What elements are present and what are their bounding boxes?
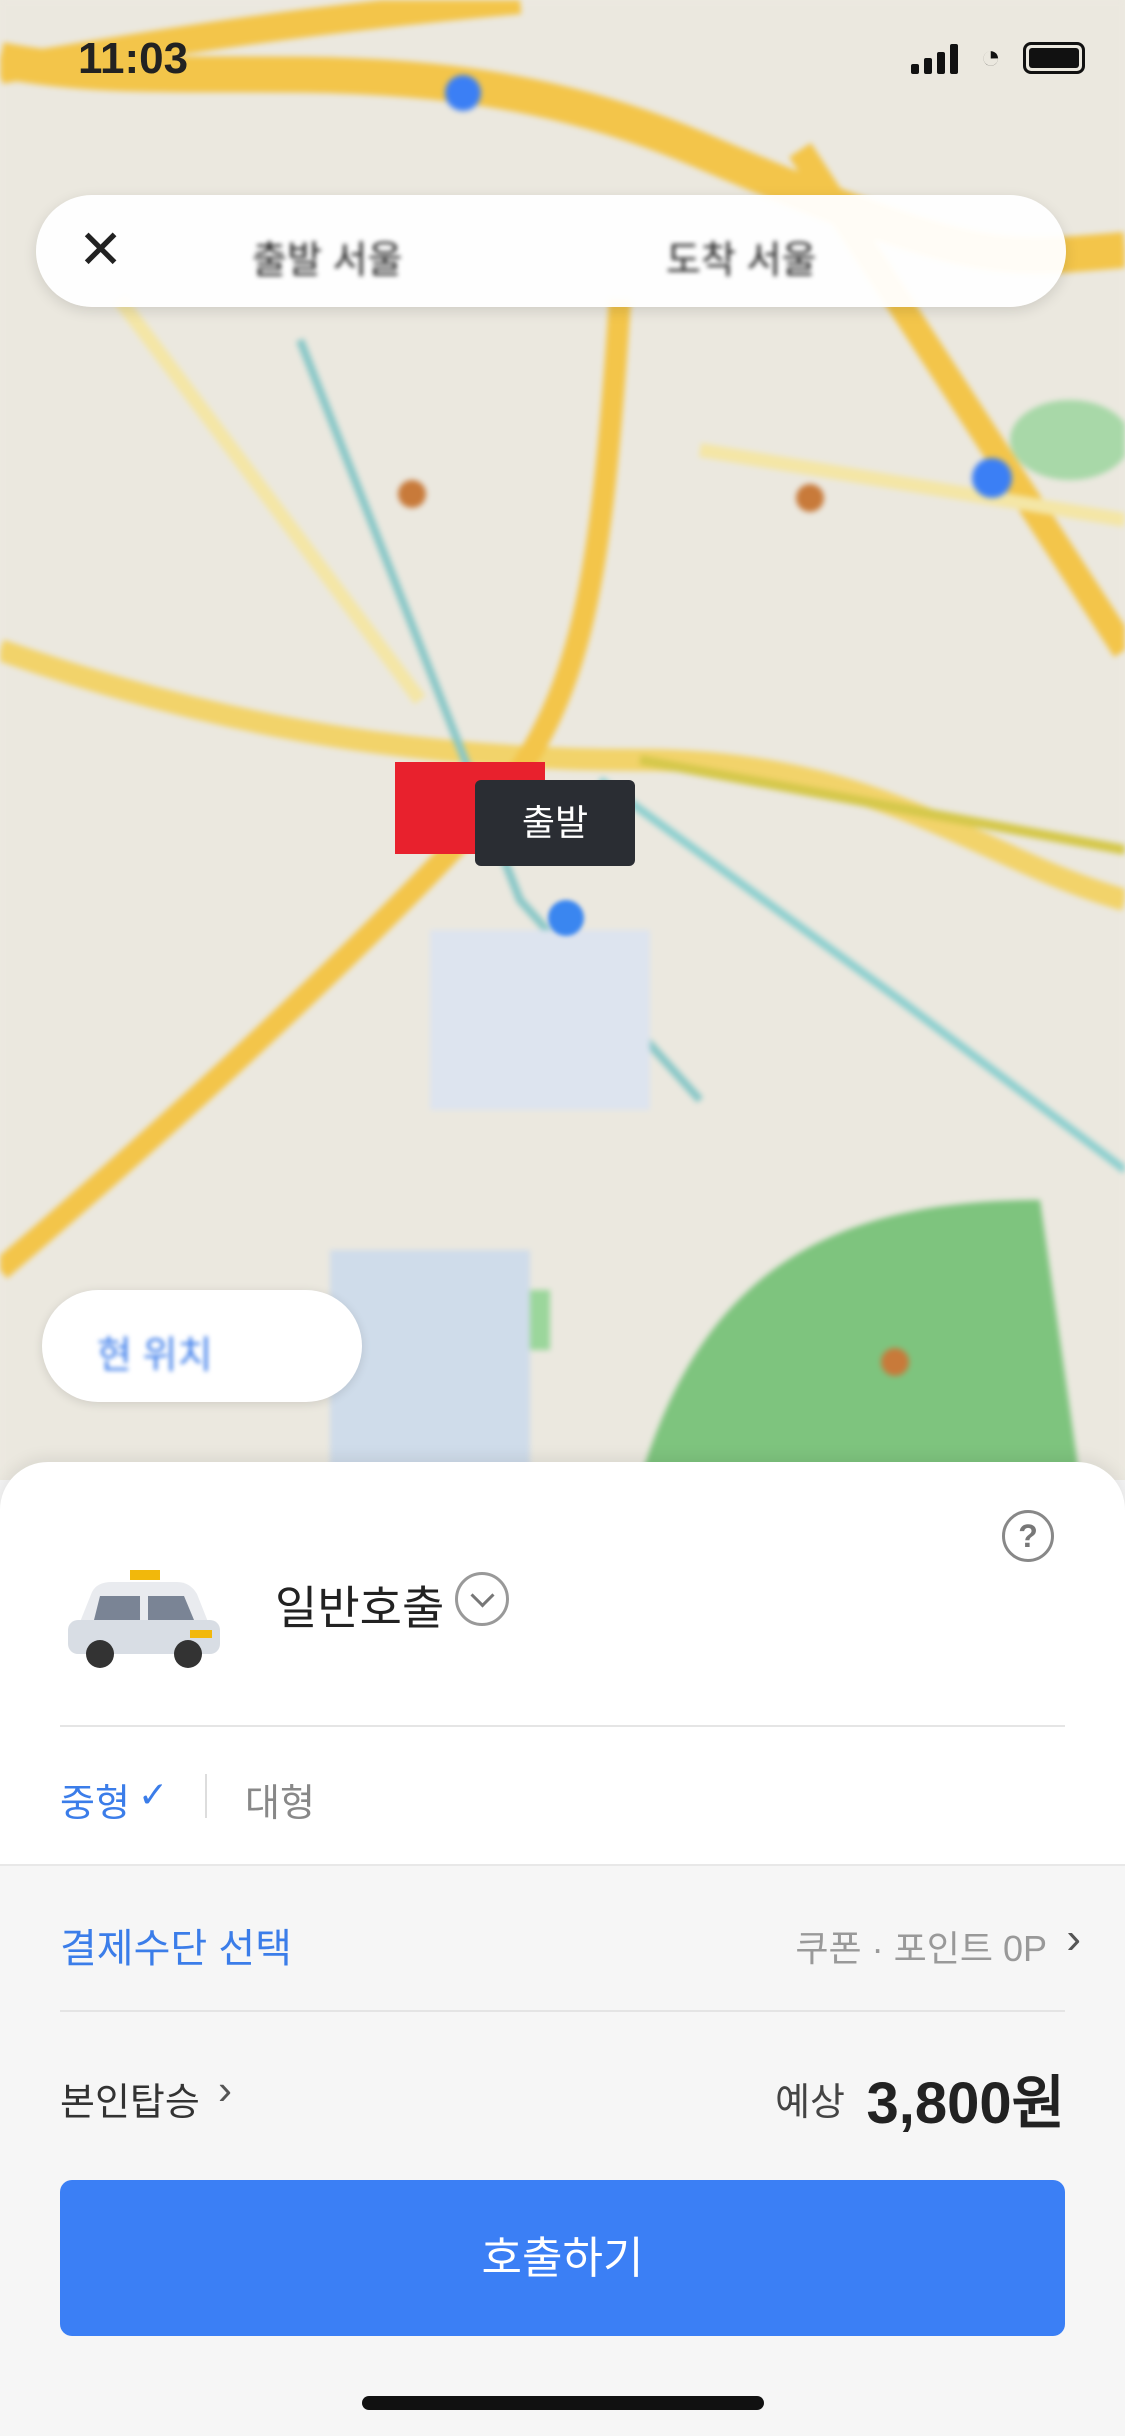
size-option-selected[interactable]: 중형	[60, 1772, 130, 1827]
close-icon[interactable]: ✕	[78, 223, 123, 277]
call-taxi-button[interactable]: 호출하기	[60, 2180, 1065, 2336]
check-icon: ✓	[138, 1774, 169, 1815]
current-location-label: 현 위치	[97, 1335, 213, 1377]
chevron-down-icon[interactable]	[455, 1572, 509, 1626]
estimated-fare: 3,800원	[866, 2071, 1065, 2136]
payment-section: 결제수단 선택 쿠폰 · 포인트 0P › 본인탑승 › 예상 3,800원 호…	[0, 1864, 1125, 2436]
wifi-icon: ◔	[980, 38, 1001, 76]
self-ride-option[interactable]: 본인탑승	[60, 2071, 200, 2126]
pickup-pin: 출발	[475, 780, 635, 866]
chevron-right-icon[interactable]: ›	[1066, 1914, 1081, 1964]
bottom-sheet: ? 일반호출 중형 ✓ 대형 결제수단 선택 쿠폰 · 포인트 0P › 본인탑…	[0, 1462, 1125, 2436]
route-origin[interactable]: 출발 서울	[252, 229, 402, 284]
status-bar: 11:03 ◔	[0, 30, 1125, 90]
taxi-icon	[68, 1570, 220, 1668]
payment-method-button[interactable]: 결제수단 선택	[60, 1916, 292, 1974]
service-type-label[interactable]: 일반호출	[275, 1572, 444, 1638]
current-location-chip[interactable]: 현 위치	[42, 1290, 362, 1402]
current-location-dot	[548, 900, 584, 936]
status-time: 11:03	[78, 34, 189, 83]
map-view[interactable]: 11:03 ◔ ✕ 출발 서울 도착 서울 출발 현 위치	[0, 0, 1125, 1480]
help-icon[interactable]: ?	[1002, 1510, 1054, 1562]
battery-icon	[1023, 41, 1085, 74]
size-separator	[205, 1774, 207, 1818]
chevron-right-icon[interactable]: ›	[218, 2066, 232, 2114]
signal-icon	[911, 42, 959, 74]
route-destination[interactable]: 도착 서울	[666, 229, 816, 284]
coupon-point-info[interactable]: 쿠폰 · 포인트 0P	[795, 1920, 1047, 1972]
size-option-other[interactable]: 대형	[245, 1772, 315, 1827]
divider	[60, 1725, 1065, 1727]
fare-prefix: 예상	[775, 2082, 845, 2124]
divider	[60, 2010, 1065, 2012]
home-indicator[interactable]	[362, 2396, 764, 2410]
route-bar[interactable]: ✕ 출발 서울 도착 서울	[36, 195, 1066, 307]
